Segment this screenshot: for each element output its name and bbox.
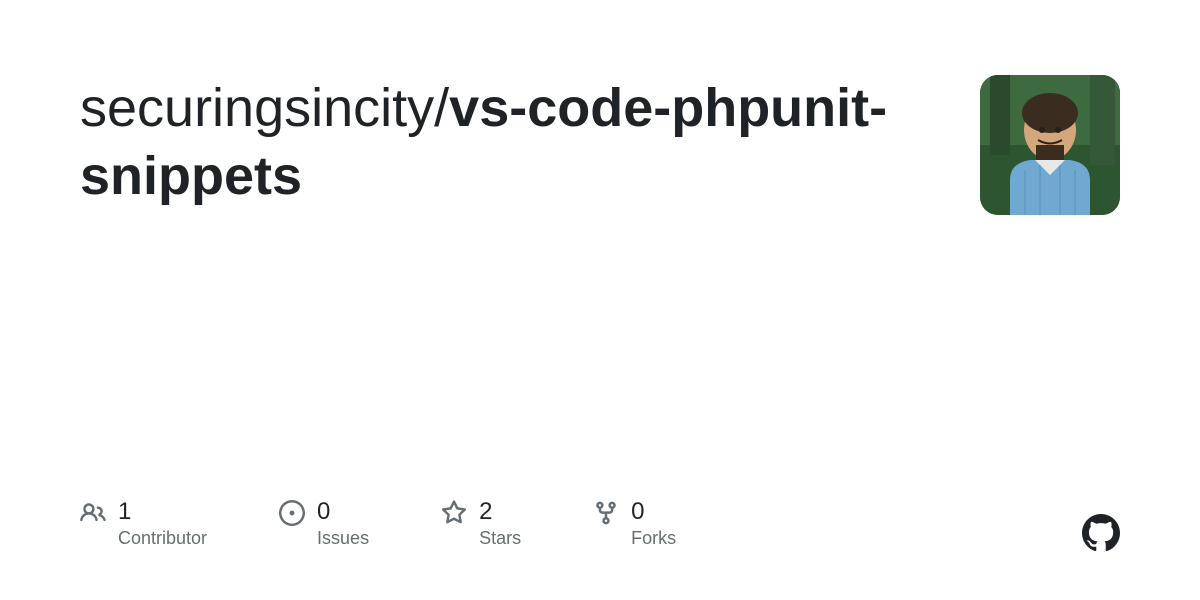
fork-icon (593, 500, 619, 526)
repo-stats-row: 1 Contributor 0 Issues 2 Stars 0 Forks (80, 498, 676, 550)
issue-icon (279, 500, 305, 526)
repo-title-block: securingsincity/vs-code-phpunit-snippets (80, 75, 980, 210)
stat-issues-text: 0 Issues (317, 498, 369, 550)
repo-owner[interactable]: securingsincity (80, 78, 434, 138)
star-icon (441, 500, 467, 526)
forks-label: Forks (631, 528, 676, 550)
people-icon (80, 500, 106, 526)
stars-label: Stars (479, 528, 521, 550)
github-logo[interactable] (1082, 514, 1120, 552)
issues-count: 0 (317, 498, 369, 527)
github-mark-icon (1082, 514, 1120, 552)
header-row: securingsincity/vs-code-phpunit-snippets (0, 0, 1200, 215)
stat-issues[interactable]: 0 Issues (279, 498, 369, 550)
avatar-image (980, 75, 1120, 215)
forks-count: 0 (631, 498, 676, 527)
stat-forks[interactable]: 0 Forks (593, 498, 676, 550)
repo-slash: / (434, 78, 449, 138)
contributors-count: 1 (118, 498, 207, 527)
stat-contributors-text: 1 Contributor (118, 498, 207, 550)
stat-stars[interactable]: 2 Stars (441, 498, 521, 550)
issues-label: Issues (317, 528, 369, 550)
stat-contributors[interactable]: 1 Contributor (80, 498, 207, 550)
repo-title: securingsincity/vs-code-phpunit-snippets (80, 75, 940, 210)
stars-count: 2 (479, 498, 521, 527)
stat-forks-text: 0 Forks (631, 498, 676, 550)
contributors-label: Contributor (118, 528, 207, 550)
stat-stars-text: 2 Stars (479, 498, 521, 550)
owner-avatar[interactable] (980, 75, 1120, 215)
